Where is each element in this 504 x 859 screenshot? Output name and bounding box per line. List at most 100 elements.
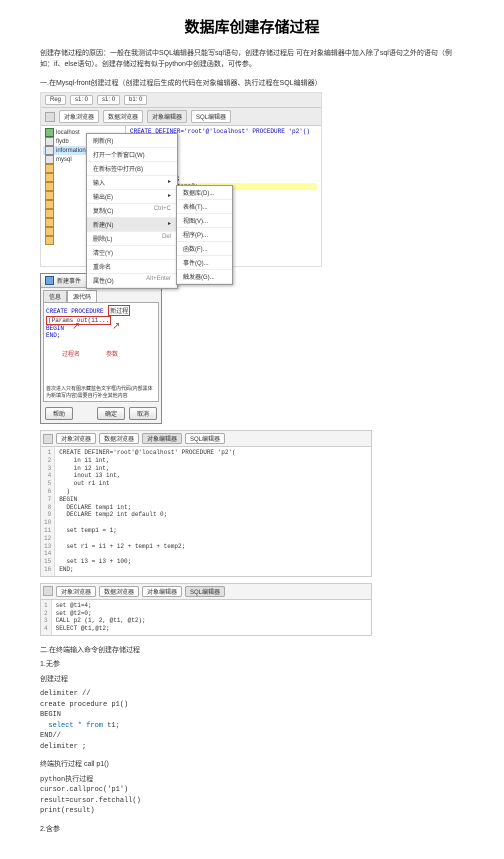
menu-delete[interactable]: 删除(L)Del [87, 232, 177, 246]
folder-icon [45, 236, 54, 245]
code-line: END// [40, 731, 464, 742]
code-line: delimiter ; [40, 742, 464, 753]
folder-icon [45, 164, 54, 173]
folder-icon [45, 200, 54, 209]
page-title: 数据库创建存储过程 [40, 16, 464, 37]
menu-new[interactable]: 新建(N)▸ [87, 218, 177, 232]
code-line: print(result) [40, 806, 464, 817]
terminal-instructions: 二.在终端输入命令创建存储过程 1.无参 创建过程 delimiter // c… [40, 646, 464, 836]
dialog-bottom-note: 首次进入只有图示藏蓝色文字框内代码(内部黑体为新填写内容)需要自行补全其他内容 [46, 385, 156, 399]
submenu-proc[interactable]: 程序(P)... [177, 228, 232, 242]
small-tab[interactable]: s1: 0 [70, 95, 93, 105]
folder-icon [45, 191, 54, 200]
db-icon [45, 155, 54, 164]
section2-heading: 二.在终端输入命令创建存储过程 [40, 646, 464, 657]
dialog-tab-source[interactable]: 源代码 [67, 290, 97, 302]
folder-icon [45, 209, 54, 218]
context-submenu-new[interactable]: 数据库(D)... 表格(T)... 视图(V)... 程序(P)... 函数(… [176, 185, 233, 285]
proc-code-screenshot: 对象浏览器 数据浏览器 对象编辑器 SQL编辑器 1 2 3 4 5 6 7 8… [40, 430, 372, 577]
db-icon [45, 137, 54, 146]
tab-object-browser[interactable]: 对象浏览器 [56, 586, 96, 597]
ok-button[interactable]: 确定 [97, 407, 125, 420]
code-line: BEGIN [46, 325, 156, 332]
new-event-dialog: 新建事件 信息 源代码 CREATE PROCEDURE 新过程 (Params… [40, 273, 162, 424]
server-icon [45, 128, 54, 137]
tab-sql-editor[interactable]: SQL编辑器 [185, 433, 225, 444]
submenu-db[interactable]: 数据库(D)... [177, 186, 232, 200]
section1-heading: 一.在Mysql-front创建过程（创建过程后生成的代码在对象编辑器、执行过程… [40, 78, 464, 88]
tab-data-browser[interactable]: 数据浏览器 [99, 586, 139, 597]
intro-text: 创建存储过程的原因：一般在我测试中SQL编辑器只能写sql语句，创建存储过程后 … [40, 49, 464, 70]
menu-props[interactable]: 属性(O)Alt+Enter [87, 274, 177, 288]
call-code-screenshot: 对象浏览器 数据浏览器 对象编辑器 SQL编辑器 1 2 3 4 set @t1… [40, 583, 372, 636]
line-gutter: 1 2 3 4 5 6 7 8 9 10 11 12 13 14 15 16 [41, 447, 55, 576]
submenu-trigger[interactable]: 触发器(G)... [177, 270, 232, 284]
submenu-event[interactable]: 事件(Q)... [177, 256, 232, 270]
small-tabs-row: Reg s1: 0 s1: 0 b1: 0 [41, 93, 321, 108]
menu-new-window[interactable]: 打开一个新窗口(W) [87, 148, 177, 162]
small-tab[interactable]: Reg [45, 95, 66, 105]
tab-object-editor[interactable]: 对象编辑器 [142, 433, 182, 444]
code-line: create procedure p1() [40, 700, 464, 711]
code-body[interactable]: 1 2 3 4 5 6 7 8 9 10 11 12 13 14 15 16 C… [41, 447, 371, 576]
code-line: END; [46, 332, 156, 339]
menu-export[interactable]: 输出(E)▸ [87, 190, 177, 204]
small-tab[interactable]: s1: 0 [97, 95, 120, 105]
code-line: python执行过程 [40, 775, 464, 786]
code-body[interactable]: 1 2 3 4 set @t1=4; set @t2=0; CALL p2 (1… [41, 600, 371, 635]
tab-sql-editor[interactable]: SQL编辑器 [191, 110, 231, 123]
code-line: select * from t1; [40, 721, 464, 732]
arrow-icon: ↗ [112, 323, 120, 333]
code-lines: CREATE DEFINER='root'@'localhost' PROCED… [55, 447, 371, 576]
help-button[interactable]: 帮助 [45, 407, 73, 420]
context-menu[interactable]: 刷新(R) 打开一个新窗口(W) 在新标签中打开(B) 输入▸ 输出(E)▸ 复… [86, 133, 178, 289]
submenu-table[interactable]: 表格(T)... [177, 200, 232, 214]
tab-sql-editor[interactable]: SQL编辑器 [185, 586, 225, 597]
procname-highlight: 新过程 [108, 305, 130, 316]
line-gutter: 1 2 3 4 [41, 600, 52, 635]
tab-object-browser[interactable]: 对象浏览器 [56, 433, 96, 444]
folder-icon [45, 182, 54, 191]
code-line: cursor.callproc('p1') [40, 785, 464, 796]
main-tabs-row: 对象浏览器 数据浏览器 对象编辑器 SQL编辑器 [41, 108, 321, 126]
tab-object-editor[interactable]: 对象编辑器 [147, 110, 187, 123]
menu-refresh[interactable]: 刷新(R) [87, 134, 177, 148]
noarg-heading: 1.无参 [40, 660, 464, 671]
cancel-button[interactable]: 取消 [129, 407, 157, 420]
code-line: BEGIN [40, 710, 464, 721]
tab-object-editor[interactable]: 对象编辑器 [142, 586, 182, 597]
submenu-func[interactable]: 函数(F)... [177, 242, 232, 256]
menu-new-tab[interactable]: 在新标签中打开(B) [87, 162, 177, 176]
create-proc-label: 创建过程 [40, 675, 464, 686]
code-toolbar: 对象浏览器 数据浏览器 对象编辑器 SQL编辑器 [41, 584, 371, 600]
db-icon [45, 146, 54, 155]
menu-clear[interactable]: 清空(Y) [87, 246, 177, 260]
label-procname: 过程名 [62, 349, 80, 358]
small-tab[interactable]: b1: 0 [124, 95, 147, 105]
submenu-view[interactable]: 视图(V)... [177, 214, 232, 228]
dialog-tab-info[interactable]: 信息 [43, 290, 67, 302]
code-line: delimiter // [40, 689, 464, 700]
arg-heading: 2.含参 [40, 825, 464, 836]
menu-rename[interactable]: 重命名 [87, 260, 177, 274]
arrow-icon: ↗ [72, 323, 80, 333]
tab-data-browser[interactable]: 数据浏览器 [99, 433, 139, 444]
dialog-icon [45, 276, 54, 285]
tab-data-browser[interactable]: 数据浏览器 [103, 110, 143, 123]
binoculars-icon [45, 112, 55, 122]
menu-import[interactable]: 输入▸ [87, 176, 177, 190]
code-toolbar: 对象浏览器 数据浏览器 对象编辑器 SQL编辑器 [41, 431, 371, 447]
folder-icon [45, 218, 54, 227]
toolbar-icon[interactable] [43, 434, 53, 444]
folder-icon [45, 173, 54, 182]
toolbar-icon[interactable] [43, 586, 53, 596]
call-proc-label: 终端执行过程 call p1() [40, 760, 464, 771]
folder-icon [45, 227, 54, 236]
code-lines: set @t1=4; set @t2=0; CALL p2 (1, 2, @t1… [52, 600, 371, 635]
menu-copy[interactable]: 复制(C)Ctrl+C [87, 204, 177, 218]
code-line: result=cursor.fetchall() [40, 796, 464, 807]
tab-object-browser[interactable]: 对象浏览器 [59, 110, 99, 123]
label-params: 参数 [106, 349, 118, 358]
mysqlfront-screenshot: Reg s1: 0 s1: 0 b1: 0 对象浏览器 数据浏览器 对象编辑器 … [40, 92, 322, 267]
dialog-source-editor[interactable]: CREATE PROCEDURE 新过程 (Params out(i1... B… [43, 302, 159, 402]
